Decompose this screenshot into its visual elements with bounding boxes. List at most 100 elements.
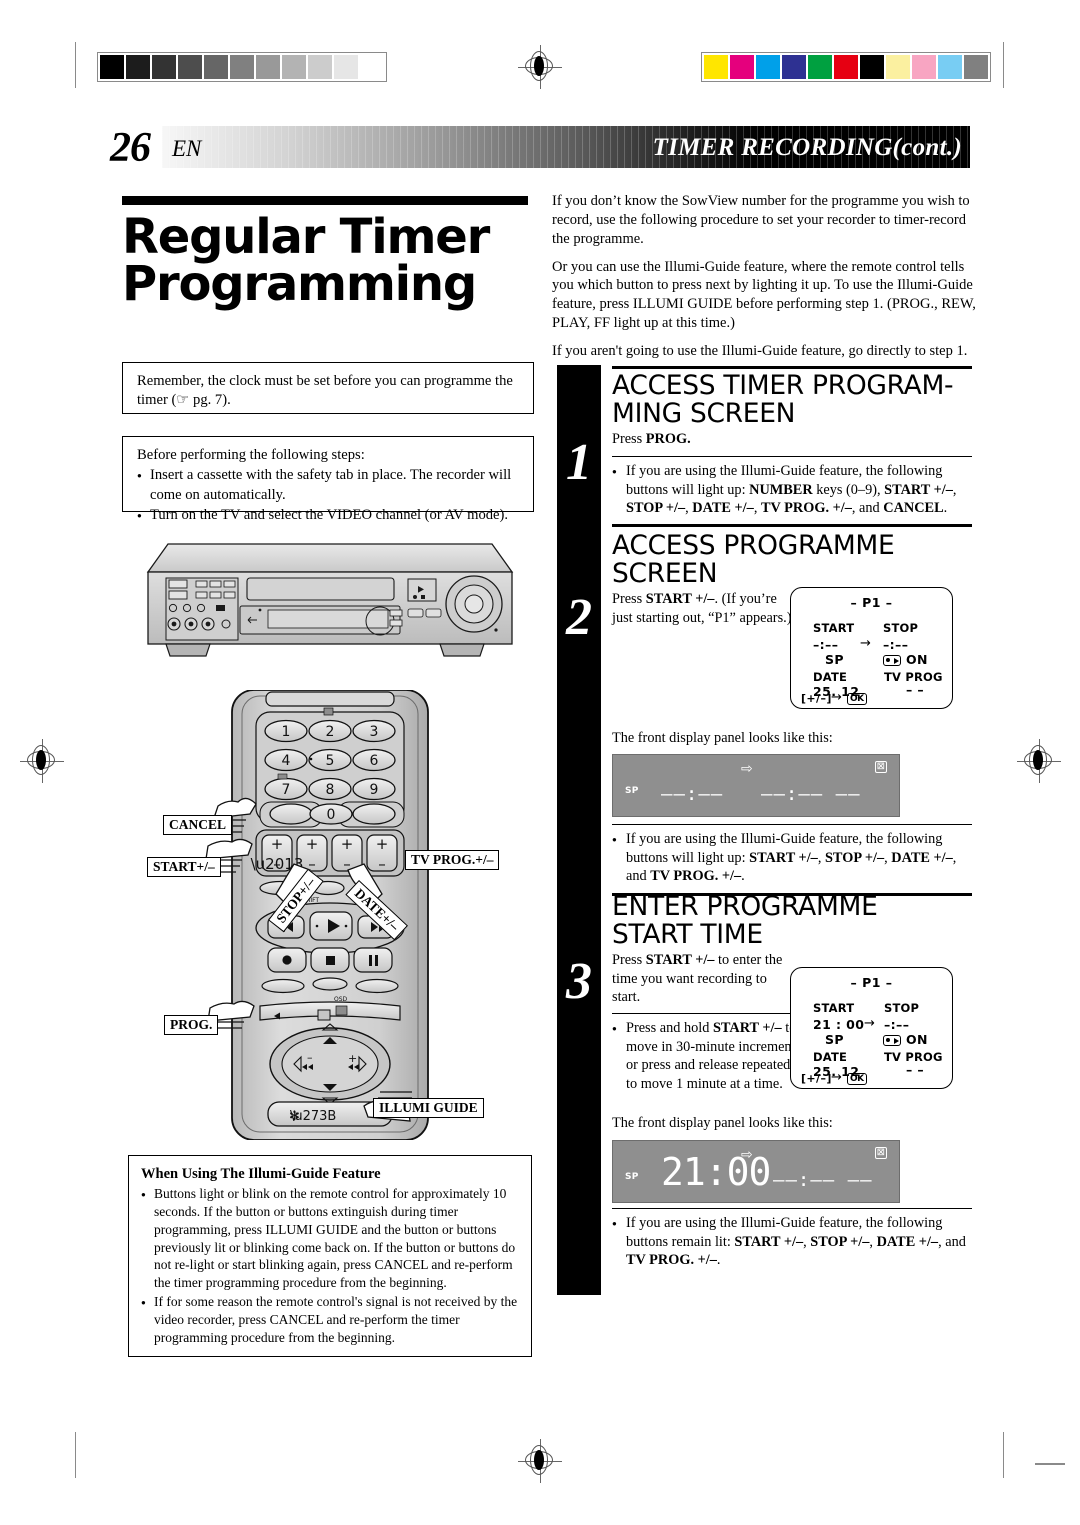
svg-text:5: 5 xyxy=(326,753,335,769)
color-swatch xyxy=(730,55,754,79)
svg-text:–: – xyxy=(307,1051,313,1064)
svg-text:9: 9 xyxy=(370,782,379,798)
note-clock-must-be-set: Remember, the clock must be set before y… xyxy=(122,362,534,414)
osd-on-label: ON xyxy=(906,652,928,667)
front-display-panel-step-2: SP ⇨ ⊠ ––:–– ––:–– –– xyxy=(612,754,900,817)
osd-start-value: 21 : 00 xyxy=(813,1017,865,1032)
osd-footer-arrow: → xyxy=(831,690,842,705)
osd-programme-label: – P1 – xyxy=(850,975,893,990)
svg-text:+: + xyxy=(306,835,319,853)
registration-mark-bottom xyxy=(518,1439,562,1483)
svg-text:1: 1 xyxy=(282,724,291,740)
gray-swatch xyxy=(100,55,124,79)
gray-swatch xyxy=(230,55,254,79)
svg-text:+: + xyxy=(271,835,284,853)
osd-screen-step-3: – P1 – START 21 : 00 → STOP –:–– SP ON D… xyxy=(790,967,953,1089)
callout-cancel: CANCEL xyxy=(163,815,233,835)
color-swatch xyxy=(912,55,936,79)
list-item: If for some reason the remote control's … xyxy=(141,1293,520,1346)
page-language-code: EN xyxy=(172,136,202,161)
left-column: Regular Timer Programming xyxy=(122,196,534,308)
fdp-start-time: ––:–– xyxy=(661,783,724,805)
crop-mark-bottom-right xyxy=(1003,1432,1004,1478)
osd-speed: SP xyxy=(825,652,844,667)
color-swatch xyxy=(704,55,728,79)
step-1: ACCESS TIMER PROGRAM- MING SCREEN Press P… xyxy=(612,366,972,528)
cassette-icon xyxy=(883,1035,901,1046)
vcr-svg xyxy=(146,543,514,657)
step-3-heading: ENTER PROGRAMME START TIME xyxy=(612,891,878,951)
svg-text:+: + xyxy=(341,835,354,853)
illumi-guide-note-box: When Using The Illumi-Guide Feature Butt… xyxy=(128,1155,532,1358)
callout-tv-prog: TV PROG.+/– xyxy=(405,850,500,870)
step-numeral-2: 2 xyxy=(566,589,592,646)
color-swatch xyxy=(964,55,988,79)
page-number: 26 xyxy=(110,125,151,171)
title-rule xyxy=(122,196,528,205)
callout-illumi-guide: ILLUMI GUIDE xyxy=(373,1098,484,1118)
gray-swatch xyxy=(204,55,228,79)
gray-swatch xyxy=(178,55,202,79)
svg-text:2: 2 xyxy=(326,724,335,740)
step-3-body: Press START +/– to enter the time you wa… xyxy=(612,952,783,1006)
page-title-line-2: Programming xyxy=(122,256,477,313)
step-3-note: If you are using the Illumi-Guide featur… xyxy=(612,1214,972,1270)
gray-swatch xyxy=(126,55,150,79)
remote-svg: 123 456 789 0 + + + + \u2013– – – – SHIF… xyxy=(204,689,429,1141)
fdp-start-time: 21:00 xyxy=(661,1150,771,1194)
svg-text:–: – xyxy=(273,855,281,873)
osd-screen-step-2: – P1 – START –:–– → STOP –:–– SP ON DATE… xyxy=(790,587,953,709)
osd-date-label: DATE xyxy=(813,1050,848,1064)
rule xyxy=(612,366,972,370)
osd-footer-keys: [+/–] xyxy=(801,692,832,705)
section-title: TIMER RECORDING(cont.) xyxy=(652,134,962,161)
rule xyxy=(612,824,972,826)
illumi-guide-list: Buttons light or blink on the remote con… xyxy=(141,1185,520,1346)
svg-text:7: 7 xyxy=(282,782,291,798)
page-title-line-1: Regular Timer xyxy=(122,209,490,265)
svg-text:0: 0 xyxy=(327,807,336,823)
step-1-body: Press PROG. xyxy=(612,431,691,448)
note-before-heading: Before performing the following steps: xyxy=(137,447,365,463)
step-2-note: If you are using the Illumi-Guide featur… xyxy=(612,830,972,886)
osd-on-label: ON xyxy=(906,1032,928,1047)
note-before-list: Insert a cassette with the safety tab in… xyxy=(137,466,521,525)
step-number-bar xyxy=(557,365,601,1295)
color-swatch xyxy=(886,55,910,79)
crop-mark-bottom-left xyxy=(75,1432,76,1478)
osd-tv-prog-value: – – xyxy=(906,682,925,697)
grayscale-calibration-bar xyxy=(97,52,387,82)
step-1-heading: ACCESS TIMER PROGRAM- MING SCREEN xyxy=(612,370,954,430)
step-2-body: Press START +/–. (If you’re just startin… xyxy=(612,591,792,626)
osd-stop-label: STOP xyxy=(884,1001,920,1015)
osd-footer-ok: OK xyxy=(847,1073,867,1085)
page-header: 26 EN TIMER RECORDING(cont.) xyxy=(110,125,970,171)
rule xyxy=(612,523,972,528)
fdp-stop-time: ––:–– –– xyxy=(773,1169,873,1191)
step-3-footer: If you are using the Illumi-Guide featur… xyxy=(612,1208,972,1270)
svg-text:8: 8 xyxy=(326,782,335,798)
step-2-footer: If you are using the Illumi-Guide featur… xyxy=(612,824,972,897)
fdp-stop-time: ––:–– –– xyxy=(761,783,861,805)
intro-paragraph-2: Or you can use the Illumi-Guide feature,… xyxy=(552,258,976,332)
vcr-front-panel-illustration xyxy=(140,534,520,666)
intro-text-block: If you don’t know the SowView number for… xyxy=(552,192,976,361)
registration-mark-right xyxy=(1017,739,1061,783)
callout-start: START+/– xyxy=(147,857,221,877)
gray-swatch xyxy=(282,55,306,79)
list-item: Insert a cassette with the safety tab in… xyxy=(137,466,521,505)
intro-paragraph-1: If you don’t know the SowView number for… xyxy=(552,193,970,247)
osd-speed: SP xyxy=(825,1032,844,1047)
gray-swatch xyxy=(152,55,176,79)
remote-control-illustration: 123 456 789 0 + + + + \u2013– – – – SHIF… xyxy=(147,689,510,1141)
osd-stop-label: STOP xyxy=(883,621,919,635)
step-1-note: If you are using the Illumi-Guide featur… xyxy=(612,462,972,518)
trim-mark-right xyxy=(1035,1463,1065,1465)
osd-footer-keys: [+/–] xyxy=(801,1072,832,1085)
note-before-steps: Before performing the following steps: I… xyxy=(122,436,534,526)
manual-page: 26 EN TIMER RECORDING(cont.) Regular Tim… xyxy=(0,0,1080,1525)
fdp-timer-icon: ⊠ xyxy=(874,1147,887,1159)
gray-swatch xyxy=(256,55,280,79)
registration-mark-top xyxy=(518,45,562,89)
osd-start-label: START xyxy=(813,621,855,635)
